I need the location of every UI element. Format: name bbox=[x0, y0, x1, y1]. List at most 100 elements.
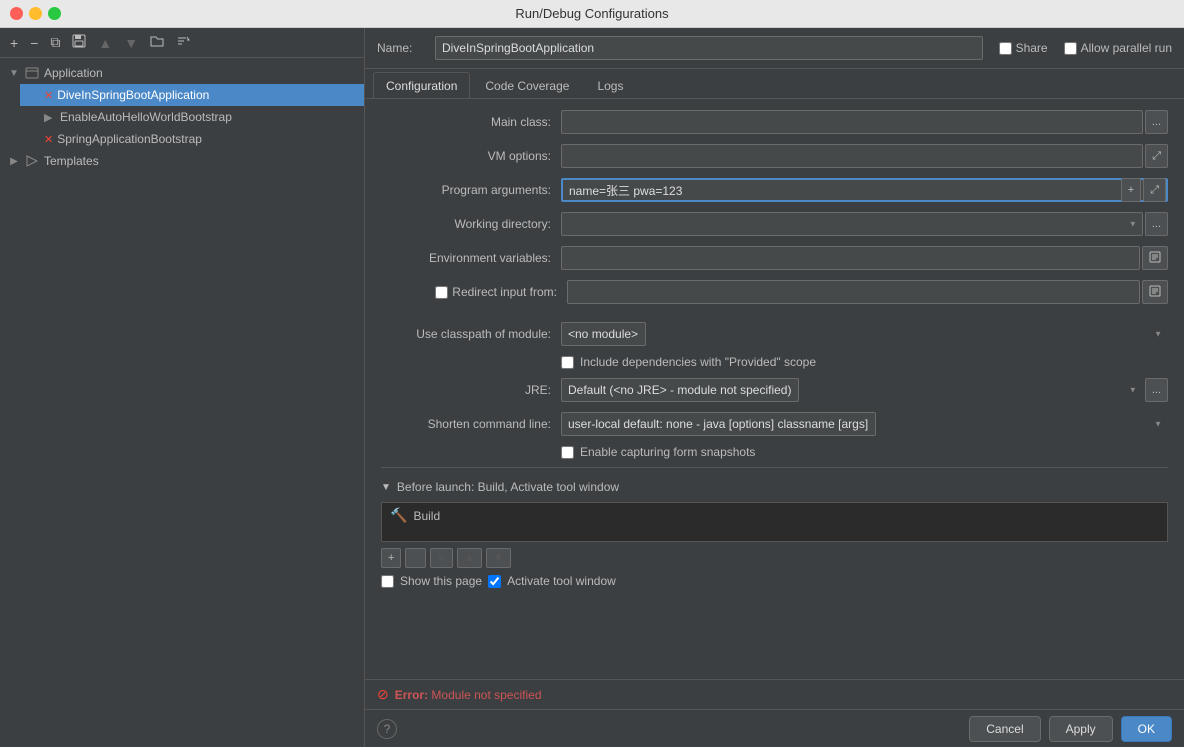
working-directory-browse-button[interactable]: ... bbox=[1145, 212, 1168, 236]
apply-button[interactable]: Apply bbox=[1049, 716, 1113, 742]
title-bar: Run/Debug Configurations bbox=[0, 0, 1184, 28]
main-class-input-group: ... bbox=[561, 110, 1168, 134]
environment-variables-browse-button[interactable] bbox=[1142, 246, 1168, 270]
before-launch-list: 🔨 Build bbox=[381, 502, 1168, 542]
name-input[interactable] bbox=[435, 36, 983, 60]
before-launch-item-build: 🔨 Build bbox=[382, 503, 1167, 528]
enable-capturing-checkbox[interactable] bbox=[561, 446, 574, 459]
window-controls[interactable] bbox=[10, 7, 61, 20]
redirect-input-browse-button[interactable] bbox=[1142, 280, 1168, 304]
tree-item-dive[interactable]: ✕ DiveInSpringBootApplication bbox=[20, 84, 364, 106]
classpath-module-select[interactable]: <no module> bbox=[561, 322, 646, 346]
vm-options-expand-button[interactable]: ⤢ bbox=[1145, 144, 1168, 168]
config-content: Main class: ... VM options: ⤢ Program ar… bbox=[365, 99, 1184, 679]
tab-configuration[interactable]: Configuration bbox=[373, 72, 470, 98]
activate-tool-window-label[interactable]: Activate tool window bbox=[507, 574, 616, 588]
tab-code-coverage[interactable]: Code Coverage bbox=[472, 72, 582, 98]
error-bar: ⊘ Error: Module not specified bbox=[365, 679, 1184, 709]
working-directory-input-group: ... bbox=[561, 212, 1168, 236]
name-label: Name: bbox=[377, 41, 427, 55]
show-page-checkbox[interactable] bbox=[381, 575, 394, 588]
jre-label: JRE: bbox=[381, 383, 561, 397]
main-class-input[interactable] bbox=[561, 110, 1143, 134]
remove-configuration-button[interactable]: − bbox=[26, 33, 42, 53]
sort-button[interactable] bbox=[172, 32, 194, 53]
main-class-browse-button[interactable]: ... bbox=[1145, 110, 1168, 134]
move-up-button[interactable]: ▲ bbox=[94, 33, 116, 53]
tree-item-enable-label: EnableAutoHelloWorldBootstrap bbox=[60, 110, 232, 124]
parallel-run-checkbox[interactable] bbox=[1064, 42, 1077, 55]
templates-group-icon bbox=[24, 153, 40, 169]
redirect-input-checkbox[interactable] bbox=[435, 286, 448, 299]
classpath-module-select-wrapper: <no module> bbox=[561, 322, 1168, 346]
enable-capturing-row: Enable capturing form snapshots bbox=[381, 445, 1168, 459]
before-launch-edit-button[interactable]: ✎ bbox=[430, 548, 453, 568]
tree-item-enable[interactable]: ▶ EnableAutoHelloWorldBootstrap bbox=[20, 106, 364, 128]
working-directory-label: Working directory: bbox=[381, 217, 561, 231]
environment-variables-label: Environment variables: bbox=[381, 251, 561, 265]
before-launch-move-up-button[interactable]: ▲ bbox=[457, 548, 482, 568]
vm-options-input[interactable] bbox=[561, 144, 1143, 168]
show-page-row: Show this page Activate tool window bbox=[381, 570, 1168, 592]
minimize-button[interactable] bbox=[29, 7, 42, 20]
cancel-button[interactable]: Cancel bbox=[969, 716, 1040, 742]
share-checkbox[interactable] bbox=[999, 42, 1012, 55]
program-args-expand-button[interactable]: ⤢ bbox=[1143, 178, 1166, 202]
move-down-button[interactable]: ▼ bbox=[120, 33, 142, 53]
error-icon-spring: ✕ bbox=[44, 133, 53, 146]
program-arguments-input[interactable] bbox=[561, 178, 1168, 202]
vm-options-input-group: ⤢ bbox=[561, 144, 1168, 168]
main-class-row: Main class: ... bbox=[381, 109, 1168, 135]
close-button[interactable] bbox=[10, 7, 23, 20]
tree-group-application[interactable]: ▼ Application bbox=[0, 62, 364, 84]
jre-group: Default (<no JRE> - module not specified… bbox=[561, 378, 1168, 402]
name-row: Name: Share Allow parallel run bbox=[365, 28, 1184, 69]
folder-button[interactable] bbox=[146, 32, 168, 53]
before-launch-add-button[interactable]: + bbox=[381, 548, 401, 568]
include-dependencies-row: Include dependencies with "Provided" sco… bbox=[381, 355, 1168, 369]
before-launch-remove-button[interactable]: − bbox=[405, 548, 425, 568]
before-launch-header[interactable]: ▼ Before launch: Build, Activate tool wi… bbox=[381, 476, 1168, 498]
expand-arrow-application: ▼ bbox=[8, 68, 20, 79]
templates-group-label: Templates bbox=[44, 154, 99, 168]
vm-options-row: VM options: ⤢ bbox=[381, 143, 1168, 169]
ok-button[interactable]: OK bbox=[1121, 716, 1172, 742]
redirect-input-input[interactable] bbox=[567, 280, 1140, 304]
before-launch-move-down-button[interactable]: ▼ bbox=[486, 548, 511, 568]
maximize-button[interactable] bbox=[48, 7, 61, 20]
shorten-command-select-wrapper: user-local default: none - java [options… bbox=[561, 412, 1168, 436]
environment-variables-input[interactable] bbox=[561, 246, 1140, 270]
share-options: Share Allow parallel run bbox=[999, 41, 1172, 55]
working-directory-input[interactable] bbox=[561, 212, 1143, 236]
show-page-label[interactable]: Show this page bbox=[400, 574, 482, 588]
parallel-run-label[interactable]: Allow parallel run bbox=[1064, 41, 1172, 55]
vm-options-label: VM options: bbox=[381, 149, 561, 163]
include-dependencies-label[interactable]: Include dependencies with "Provided" sco… bbox=[580, 355, 816, 369]
add-configuration-button[interactable]: + bbox=[6, 33, 22, 53]
left-panel: + − ⧉ ▲ ▼ bbox=[0, 28, 365, 747]
jre-browse-button[interactable]: ... bbox=[1145, 378, 1168, 402]
program-arguments-label: Program arguments: bbox=[381, 183, 561, 197]
configuration-tree[interactable]: ▼ Application ✕ DiveInSpringBootApplicat… bbox=[0, 58, 364, 747]
copy-configuration-button[interactable]: ⧉ bbox=[46, 32, 64, 53]
include-dependencies-checkbox[interactable] bbox=[561, 356, 574, 369]
jre-select[interactable]: Default (<no JRE> - module not specified… bbox=[561, 378, 799, 402]
build-icon: 🔨 bbox=[390, 507, 407, 524]
left-toolbar: + − ⧉ ▲ ▼ bbox=[0, 28, 364, 58]
before-launch-title: Before launch: Build, Activate tool wind… bbox=[397, 480, 619, 494]
tree-item-spring[interactable]: ✕ SpringApplicationBootstrap bbox=[20, 128, 364, 150]
before-launch-arrow: ▼ bbox=[381, 482, 391, 493]
enable-capturing-label[interactable]: Enable capturing form snapshots bbox=[580, 445, 755, 459]
help-button[interactable]: ? bbox=[377, 719, 397, 739]
environment-variables-group bbox=[561, 246, 1168, 270]
tabs-row: Configuration Code Coverage Logs bbox=[365, 69, 1184, 99]
error-icon: ⊘ bbox=[377, 686, 389, 703]
activate-tool-window-checkbox[interactable] bbox=[488, 575, 501, 588]
tree-group-templates[interactable]: ▶ Templates bbox=[0, 150, 364, 172]
program-args-add-button[interactable]: + bbox=[1121, 178, 1141, 202]
tab-logs[interactable]: Logs bbox=[584, 72, 636, 98]
save-configuration-button[interactable] bbox=[68, 32, 90, 53]
share-checkbox-label[interactable]: Share bbox=[999, 41, 1048, 55]
shorten-command-select[interactable]: user-local default: none - java [options… bbox=[561, 412, 876, 436]
program-arguments-input-group: + ⤢ bbox=[561, 178, 1168, 202]
